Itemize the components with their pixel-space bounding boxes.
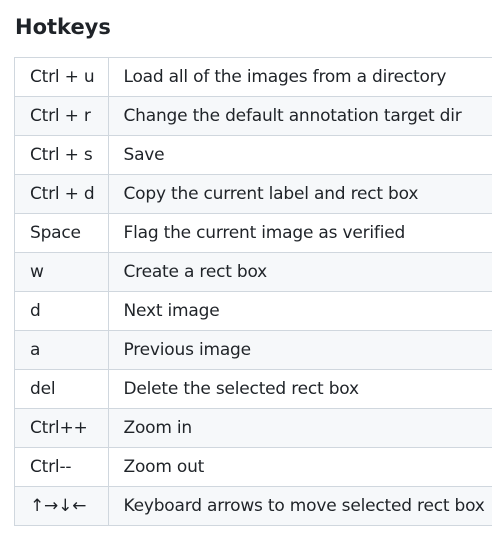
hotkey-key-cell: ↑→↓←	[14, 486, 109, 526]
hotkey-description-cell: Flag the current image as verified	[107, 213, 492, 253]
table-row: w Create a rect box	[14, 252, 492, 292]
hotkey-key-cell: Space	[14, 213, 109, 253]
table-row: Ctrl + r Change the default annotation t…	[14, 96, 492, 136]
hotkey-key-cell: Ctrl + s	[14, 135, 109, 175]
hotkey-key-cell: Ctrl + u	[14, 57, 109, 97]
hotkey-description-cell: Delete the selected rect box	[107, 369, 492, 409]
hotkey-description-cell: Load all of the images from a directory	[107, 57, 492, 97]
hotkey-description-cell: Previous image	[107, 330, 492, 370]
hotkeys-table: Ctrl + u Load all of the images from a d…	[14, 57, 492, 526]
table-row: Ctrl-- Zoom out	[14, 447, 492, 487]
hotkey-description-cell: Create a rect box	[107, 252, 492, 292]
hotkey-key-cell: Ctrl + d	[14, 174, 109, 214]
hotkey-description-cell: Next image	[107, 291, 492, 331]
table-row: ↑→↓← Keyboard arrows to move selected re…	[14, 486, 492, 526]
hotkey-key-cell: d	[14, 291, 109, 331]
hotkey-key-cell: del	[14, 369, 109, 409]
hotkey-description-cell: Keyboard arrows to move selected rect bo…	[107, 486, 492, 526]
hotkey-key-cell: a	[14, 330, 109, 370]
table-row: Space Flag the current image as verified	[14, 213, 492, 253]
hotkey-key-cell: w	[14, 252, 109, 292]
hotkeys-table-body: Ctrl + u Load all of the images from a d…	[14, 57, 492, 526]
table-row: Ctrl + s Save	[14, 135, 492, 175]
hotkey-description-cell: Zoom in	[107, 408, 492, 448]
hotkey-key-cell: Ctrl++	[14, 408, 109, 448]
hotkey-description-cell: Save	[107, 135, 492, 175]
table-row: Ctrl + u Load all of the images from a d…	[14, 57, 492, 97]
hotkey-description-cell: Change the default annotation target dir	[107, 96, 492, 136]
table-row: Ctrl + d Copy the current label and rect…	[14, 174, 492, 214]
hotkey-description-cell: Copy the current label and rect box	[107, 174, 492, 214]
hotkey-description-cell: Zoom out	[107, 447, 492, 487]
table-row: del Delete the selected rect box	[14, 369, 492, 409]
table-row: Ctrl++ Zoom in	[14, 408, 492, 448]
table-row: d Next image	[14, 291, 492, 331]
hotkeys-heading: Hotkeys	[15, 15, 111, 39]
hotkey-key-cell: Ctrl--	[14, 447, 109, 487]
hotkey-key-cell: Ctrl + r	[14, 96, 109, 136]
hotkeys-page: Hotkeys Ctrl + u Load all of the images …	[0, 0, 492, 538]
table-row: a Previous image	[14, 330, 492, 370]
